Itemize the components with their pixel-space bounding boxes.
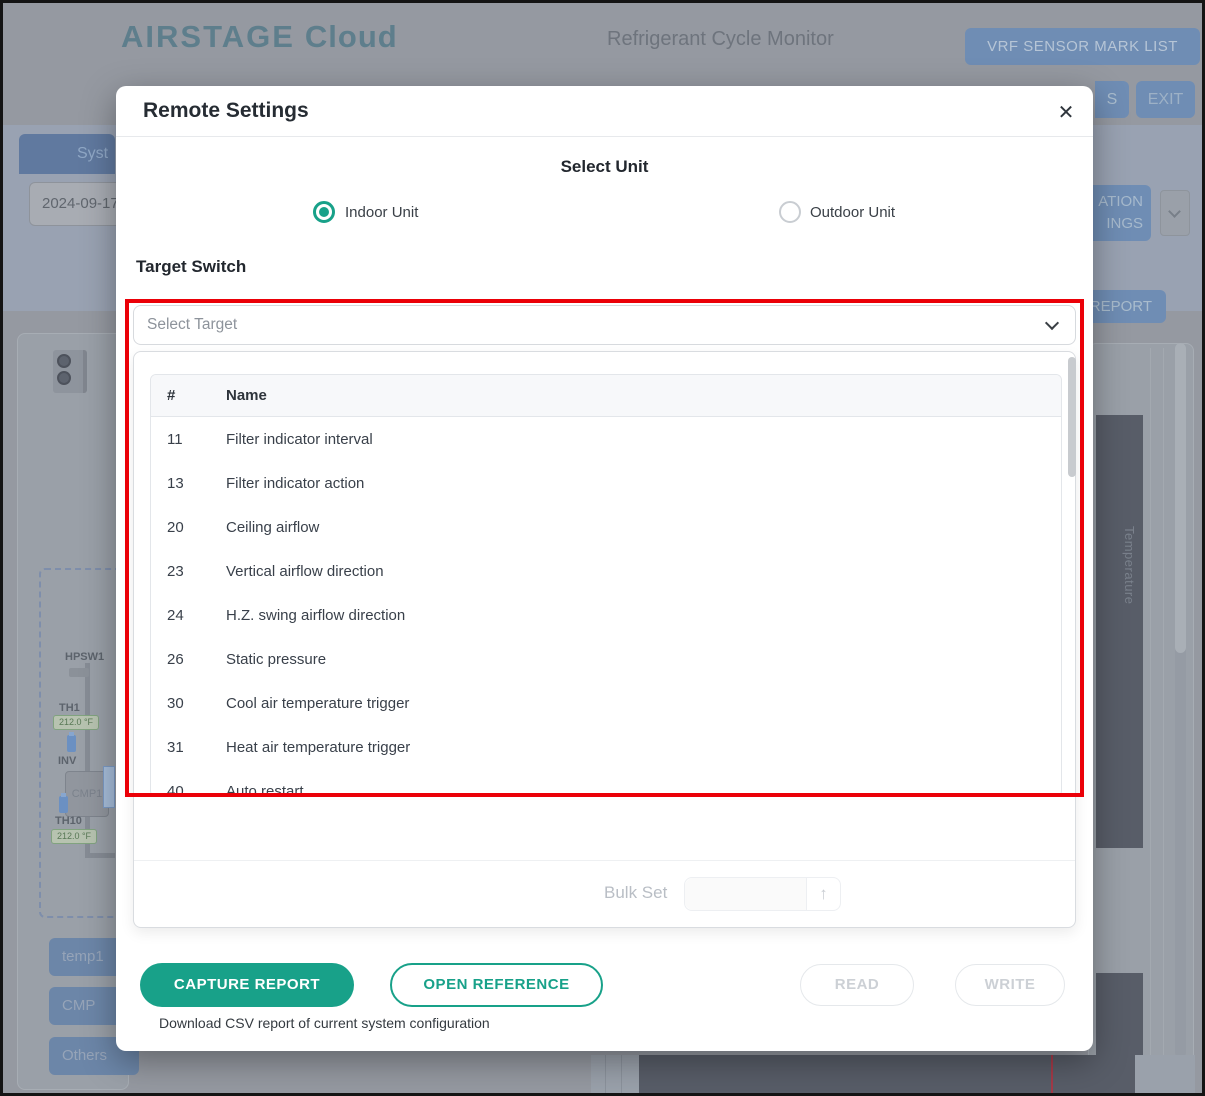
table-row[interactable]: 13 Filter indicator action	[151, 461, 1061, 505]
write-button[interactable]: WRITE	[955, 964, 1065, 1006]
dropdown-scrollbar-thumb[interactable]	[1068, 357, 1076, 477]
bulk-set-label: Bulk Set	[604, 883, 667, 903]
panel-divider	[1150, 348, 1151, 1093]
remote-settings-modal: Remote Settings ✕ Select Unit Indoor Uni…	[116, 86, 1093, 1051]
close-icon[interactable]: ✕	[1051, 98, 1081, 128]
row-num: 20	[151, 519, 226, 536]
outdoor-unit-icon	[53, 350, 87, 393]
bottom-chart-strip	[639, 1055, 1135, 1096]
capture-report-caption: Download CSV report of current system co…	[159, 1015, 490, 1031]
sensor-icon	[67, 735, 76, 752]
settings-button-fragment[interactable]: S	[1095, 81, 1129, 118]
oil-separator-fragment	[103, 766, 115, 808]
indoor-unit-radio[interactable]	[313, 201, 335, 223]
indoor-unit-label: Indoor Unit	[345, 204, 418, 221]
chevron-down-icon	[1168, 205, 1181, 218]
vrf-sensor-mark-list-button[interactable]: VRF SENSOR MARK LIST	[965, 28, 1200, 65]
outdoor-unit-label: Outdoor Unit	[810, 204, 895, 221]
select-unit-heading: Select Unit	[116, 157, 1093, 177]
bulk-set-input[interactable]	[685, 878, 807, 910]
row-name: Filter indicator action	[226, 475, 364, 492]
row-name: H.Z. swing airflow direction	[226, 607, 405, 624]
row-num: 40	[151, 783, 226, 798]
row-num: 23	[151, 563, 226, 580]
row-num: 24	[151, 607, 226, 624]
sensor-icon	[59, 796, 68, 813]
capture-report-button[interactable]: CAPTURE REPORT	[140, 963, 354, 1007]
arrow-up-icon[interactable]: ↑	[807, 878, 840, 910]
logo-airstage: AIRSTAGE	[121, 19, 295, 54]
row-num: 26	[151, 651, 226, 668]
select-placeholder: Select Target	[147, 316, 237, 334]
table-row[interactable]: 24 H.Z. swing airflow direction	[151, 593, 1061, 637]
row-name: Cool air temperature trigger	[226, 695, 409, 712]
toolbar-dropdown-toggle[interactable]	[1160, 190, 1190, 236]
dropdown-footer: Bulk Set ↑	[134, 860, 1075, 927]
target-select-dropdown[interactable]: Select Target	[133, 305, 1076, 345]
modal-header-divider	[116, 136, 1093, 137]
logo-cloud: Cloud	[305, 19, 398, 54]
bulk-set-group: ↑	[684, 877, 841, 911]
table-row[interactable]: 11 Filter indicator interval	[151, 417, 1061, 461]
hpsw1-component	[69, 668, 89, 677]
chevron-down-icon	[1045, 316, 1059, 330]
table-row[interactable]: 30 Cool air temperature trigger	[151, 681, 1061, 725]
th10-temperature-badge: 212.0 °F	[51, 829, 97, 844]
row-name: Filter indicator interval	[226, 431, 373, 448]
pipe-line	[85, 853, 115, 858]
temperature-axis-label: Temperature	[1103, 526, 1137, 666]
th1-temperature-badge: 212.0 °F	[53, 715, 99, 730]
bottom-chart-left-edge	[591, 1055, 639, 1096]
chart-cursor-line	[1051, 1055, 1053, 1096]
target-switch-heading: Target Switch	[136, 257, 246, 277]
table-row[interactable]: 40 Auto restart	[151, 769, 1061, 797]
table-row[interactable]: 26 Static pressure	[151, 637, 1061, 681]
table-row[interactable]: 23 Vertical airflow direction	[151, 549, 1061, 593]
table-header-row: # Name	[151, 375, 1061, 417]
label-hpsw1: HPSW1	[65, 651, 104, 663]
page-title: Refrigerant Cycle Monitor	[607, 28, 834, 51]
panel-divider	[1163, 348, 1164, 1093]
col-num-header: #	[151, 387, 226, 404]
row-name: Vertical airflow direction	[226, 563, 384, 580]
table-row[interactable]: 20 Ceiling airflow	[151, 505, 1061, 549]
exit-button[interactable]: EXIT	[1136, 81, 1195, 118]
bottom-chart-right-edge	[1135, 1055, 1195, 1096]
label-th1: TH1	[59, 702, 80, 714]
label-inv: INV	[58, 755, 76, 767]
modal-title: Remote Settings	[143, 99, 309, 123]
row-num: 31	[151, 739, 226, 756]
row-num: 30	[151, 695, 226, 712]
target-table: # Name 11 Filter indicator interval 13 F…	[150, 374, 1062, 797]
page-scrollbar-thumb[interactable]	[1175, 343, 1186, 653]
row-name: Heat air temperature trigger	[226, 739, 410, 756]
row-num: 13	[151, 475, 226, 492]
tab-system[interactable]: Syst	[19, 134, 115, 174]
target-dropdown-panel: # Name 11 Filter indicator interval 13 F…	[133, 351, 1076, 928]
app-screen: AIRSTAGECloud Refrigerant Cycle Monitor …	[0, 0, 1205, 1096]
label-th10: TH10	[55, 815, 82, 827]
row-num: 11	[151, 431, 226, 448]
table-row[interactable]: 31 Heat air temperature trigger	[151, 725, 1061, 769]
col-name-header: Name	[226, 387, 267, 404]
row-name: Auto restart	[226, 783, 304, 798]
airstage-cloud-logo: AIRSTAGE Cloud	[121, 19, 398, 55]
outdoor-unit-radio[interactable]	[779, 201, 801, 223]
row-name: Ceiling airflow	[226, 519, 319, 536]
open-reference-button[interactable]: OPEN REFERENCE	[390, 963, 603, 1007]
read-button[interactable]: READ	[800, 964, 914, 1006]
row-name: Static pressure	[226, 651, 326, 668]
